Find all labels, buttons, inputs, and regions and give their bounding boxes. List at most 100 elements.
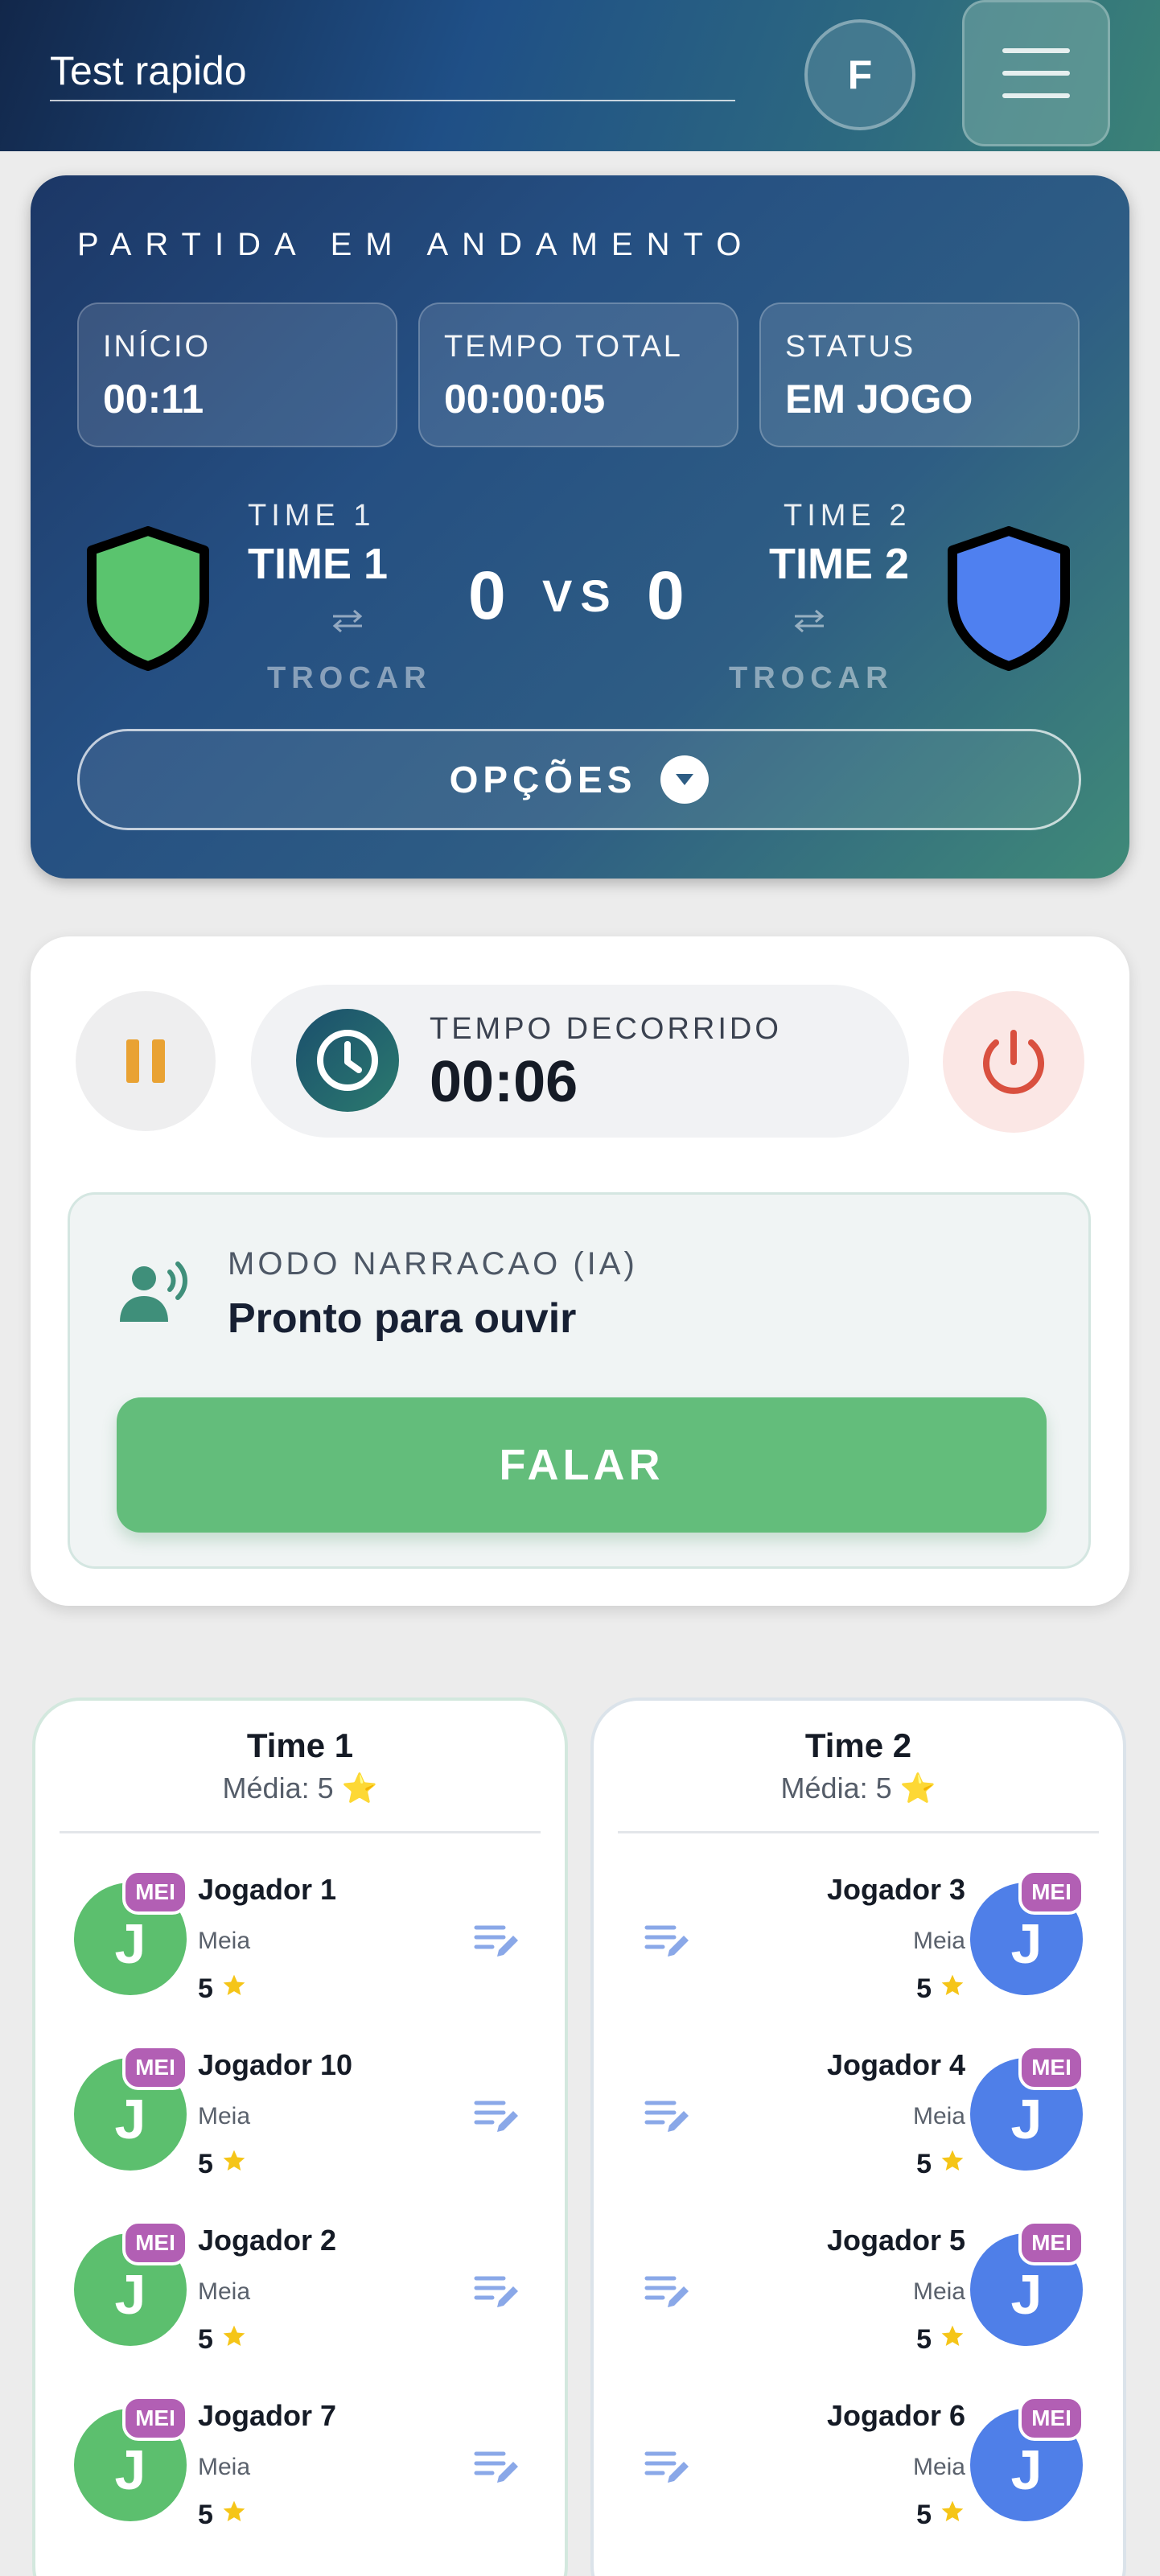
player-position: Meia: [912, 1928, 965, 1954]
player-row[interactable]: J MEI Jogador 7 Meia 5: [35, 2396, 565, 2557]
player-position: Meia: [198, 2454, 251, 2480]
star-icon: [221, 2323, 247, 2356]
divider: [618, 1831, 1099, 1833]
player-row[interactable]: J MEI Jogador 10 Meia 5: [35, 2045, 565, 2206]
avatar-initial: J: [114, 2088, 146, 2150]
team2-label: TIME 2: [784, 499, 911, 533]
player-row[interactable]: J MEI Jogador 2 Meia 5: [35, 2220, 565, 2381]
team1-name: TIME 1: [248, 540, 389, 588]
team-title: Time 2: [804, 1726, 912, 1764]
star-icon: [940, 2148, 965, 2181]
rating-value: 5: [916, 2324, 932, 2355]
pause-icon-bar: [152, 1039, 165, 1083]
team2-shield-icon[interactable]: [944, 526, 1073, 671]
chevron-down-icon: [660, 755, 710, 804]
player-row[interactable]: J MEI Jogador 3 Meia 5: [594, 1870, 1123, 2031]
player-position: Meia: [198, 2278, 251, 2305]
info-box-status: STATUS EM JOGO: [759, 302, 1080, 447]
position-badge: MEI: [122, 1870, 188, 1915]
voice-speaker-icon: [120, 1261, 187, 1322]
team1-swap-button[interactable]: TROCAR: [267, 661, 432, 696]
player-rating: 5: [198, 2499, 247, 2532]
player-name: Jogador 5: [826, 2224, 965, 2257]
team1-label: TIME 1: [248, 499, 376, 533]
player-name: Jogador 6: [826, 2399, 965, 2432]
hamburger-menu-icon-line: [1002, 71, 1070, 76]
player-position: Meia: [198, 2103, 251, 2130]
rating-value: 5: [916, 2149, 932, 2179]
avatar-initial: J: [1010, 2088, 1043, 2150]
menu-button[interactable]: [962, 0, 1110, 146]
star-icon: [221, 1973, 247, 2006]
edit-player-icon[interactable]: [473, 2097, 520, 2137]
avatar-initial: J: [114, 2438, 146, 2501]
player-name: Jogador 7: [198, 2399, 337, 2432]
info-label: TEMPO TOTAL: [444, 330, 683, 364]
team1-swap-icon[interactable]: [330, 608, 365, 632]
rating-value: 5: [198, 2500, 213, 2530]
hamburger-menu-icon-line: [1002, 93, 1070, 98]
info-label: STATUS: [785, 330, 916, 364]
team2-score: 0: [647, 558, 685, 633]
timer-card: TEMPO DECORRIDO 00:06 MODO NARRACAO (IA)…: [31, 936, 1129, 1606]
elapsed-value: 00:06: [430, 1050, 578, 1114]
player-row[interactable]: J MEI Jogador 4 Meia 5: [594, 2045, 1123, 2206]
player-row[interactable]: J MEI Jogador 1 Meia 5: [35, 1870, 565, 2031]
edit-player-icon[interactable]: [644, 2272, 690, 2312]
info-label: INÍCIO: [103, 330, 212, 364]
player-position: Meia: [912, 2103, 965, 2130]
edit-player-icon[interactable]: [473, 2272, 520, 2312]
avatar-initial: J: [1010, 2438, 1043, 2501]
team2-name: TIME 2: [769, 540, 910, 588]
player-name: Jogador 4: [826, 2048, 965, 2081]
divider: [60, 1831, 541, 1833]
end-match-button[interactable]: [943, 991, 1084, 1133]
pause-icon: [126, 1039, 139, 1083]
info-box-total-time: TEMPO TOTAL 00:00:05: [418, 302, 738, 447]
avatar-initial: J: [114, 1912, 146, 1975]
edit-player-icon[interactable]: [644, 2097, 690, 2137]
options-label: OPÇÕES: [449, 759, 637, 800]
team1-shield-icon[interactable]: [84, 526, 212, 671]
star-icon: [221, 2148, 247, 2181]
clock-icon: [296, 1009, 399, 1112]
narration-mode-label: MODO NARRACAO (IA): [228, 1246, 638, 1282]
edit-player-icon[interactable]: [473, 1921, 520, 1961]
team2-swap-icon[interactable]: [792, 608, 827, 632]
match-title-input[interactable]: [50, 45, 735, 101]
match-heading: PARTIDA EM ANDAMENTO: [77, 227, 755, 262]
player-rating: 5: [916, 2148, 965, 2181]
info-value: 00:11: [103, 377, 204, 422]
rating-value: 5: [916, 1973, 932, 2004]
position-badge: MEI: [1018, 2220, 1084, 2265]
player-rating: 5: [916, 1973, 965, 2006]
player-name: Jogador 3: [826, 1873, 965, 1906]
avatar-initial: J: [1010, 2263, 1043, 2326]
player-rating: 5: [198, 2148, 247, 2181]
player-position: Meia: [912, 2454, 965, 2480]
player-rating: 5: [916, 2323, 965, 2356]
options-button[interactable]: OPÇÕES: [77, 729, 1081, 830]
rating-value: 5: [198, 1973, 213, 2004]
player-row[interactable]: J MEI Jogador 5 Meia 5: [594, 2220, 1123, 2381]
avatar-initial: J: [1010, 1912, 1043, 1975]
pause-button[interactable]: [76, 991, 216, 1131]
user-avatar-button[interactable]: F: [804, 19, 915, 130]
team-title: Time 1: [246, 1726, 354, 1764]
avatar-initial: F: [847, 52, 873, 97]
team2-swap-button[interactable]: TROCAR: [729, 661, 894, 696]
player-name: Jogador 2: [198, 2224, 337, 2257]
team1-score: 0: [468, 558, 506, 633]
elapsed-time-display: TEMPO DECORRIDO 00:06: [251, 985, 909, 1138]
edit-player-icon[interactable]: [473, 2447, 520, 2488]
narration-status: Pronto para ouvir: [228, 1295, 577, 1342]
info-value: 00:00:05: [444, 377, 606, 422]
versus-label: VS: [542, 570, 619, 621]
edit-player-icon[interactable]: [644, 2447, 690, 2488]
edit-player-icon[interactable]: [644, 1921, 690, 1961]
talk-button[interactable]: FALAR: [117, 1397, 1047, 1533]
top-bar: F: [0, 0, 1160, 151]
player-row[interactable]: J MEI Jogador 6 Meia 5: [594, 2396, 1123, 2557]
player-name: Jogador 10: [198, 2048, 353, 2081]
position-badge: MEI: [1018, 1870, 1084, 1915]
